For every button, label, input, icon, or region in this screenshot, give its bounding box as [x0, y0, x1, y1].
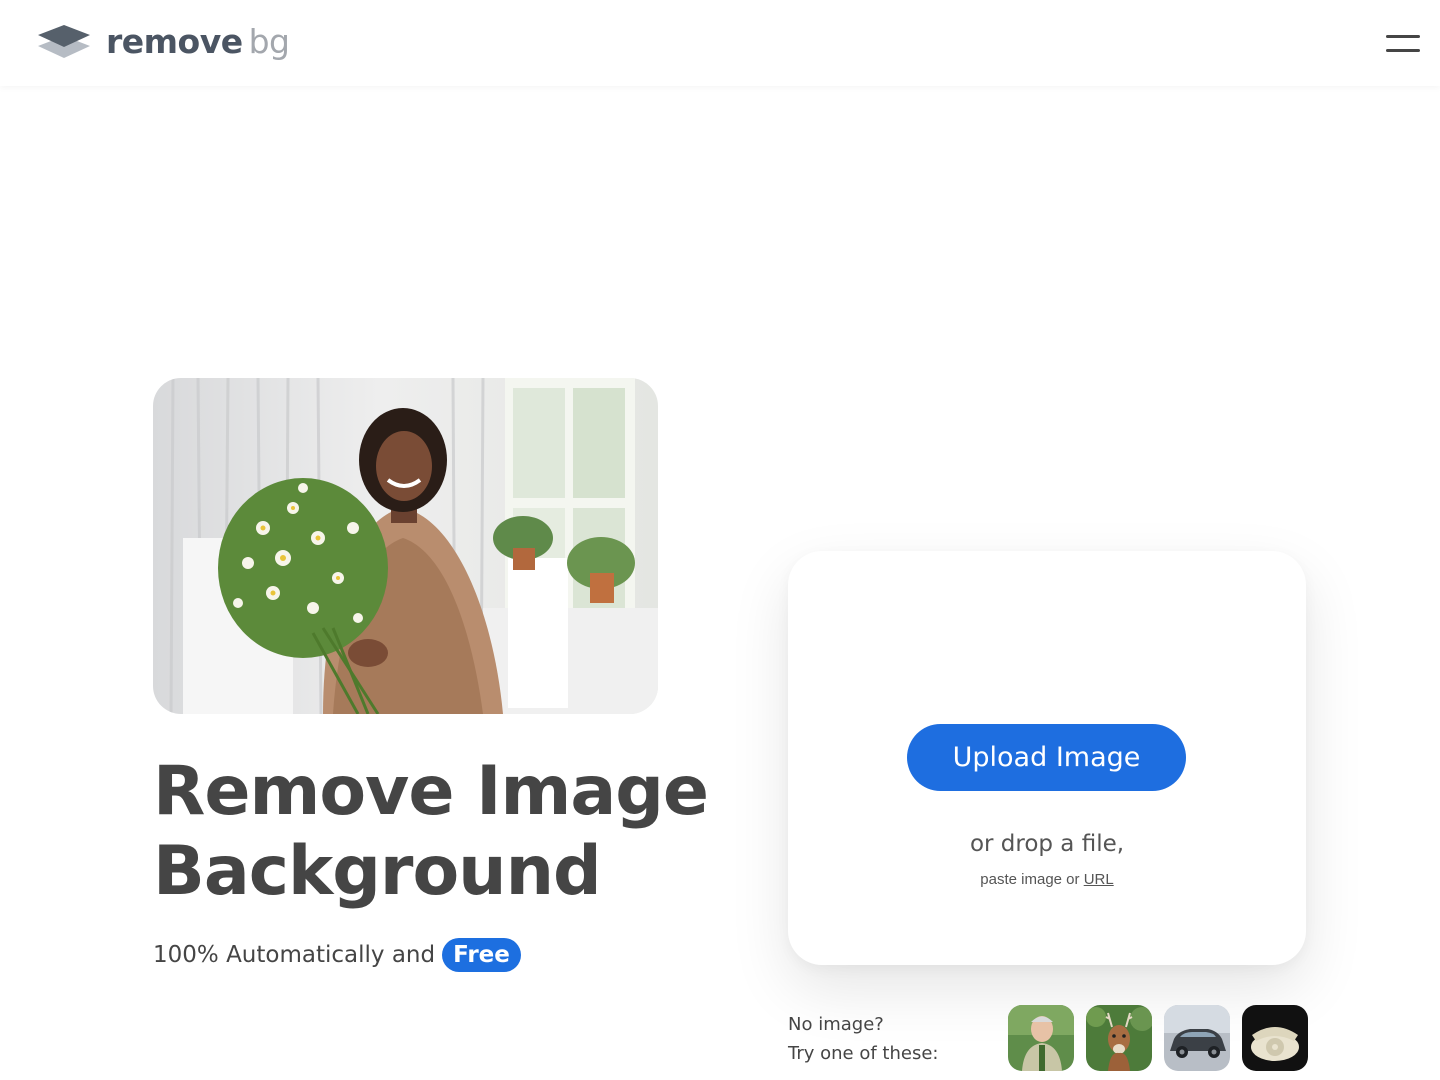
- subheadline: 100% Automatically and Free: [153, 935, 521, 975]
- sample-images-list: [1008, 1005, 1308, 1071]
- paste-hint: paste image or URL: [788, 871, 1306, 888]
- logo-wordmark: remove bg: [106, 22, 290, 62]
- menu-line-bottom: [1386, 49, 1420, 52]
- page-headline: Remove Image Background: [153, 752, 773, 912]
- upload-dropzone-card[interactable]: Upload Image or drop a file, paste image…: [788, 551, 1306, 965]
- try-one-label: Try one of these:: [788, 1043, 939, 1064]
- sample-car[interactable]: [1164, 1005, 1230, 1071]
- layers-logo-icon: [38, 25, 90, 58]
- sample-person[interactable]: [1008, 1005, 1074, 1071]
- logo-text-remove: remove: [106, 22, 243, 61]
- upload-image-button[interactable]: Upload Image: [907, 724, 1186, 791]
- no-image-label: No image?: [788, 1014, 884, 1035]
- subheadline-text: 100% Automatically and: [153, 942, 436, 968]
- sample-telephone[interactable]: [1242, 1005, 1308, 1071]
- headline-line-1: Remove Image: [153, 752, 709, 831]
- top-navigation-bar: remove bg: [0, 0, 1440, 86]
- free-badge: Free: [442, 938, 521, 972]
- url-link[interactable]: URL: [1084, 871, 1114, 888]
- drop-file-text: or drop a file,: [969, 831, 1125, 857]
- paste-hint-prefix: paste image or: [980, 871, 1080, 888]
- hamburger-menu-icon[interactable]: [1382, 30, 1422, 58]
- removebg-logo[interactable]: remove bg: [36, 22, 290, 62]
- menu-line-top: [1386, 35, 1420, 38]
- woman-with-flowers-image: [153, 378, 658, 714]
- sample-images-prompt: No image? Try one of these:: [788, 1010, 938, 1068]
- logo-text-bg: bg: [248, 22, 290, 61]
- hero-photo: [153, 378, 658, 714]
- sample-deer[interactable]: [1086, 1005, 1152, 1071]
- headline-line-2: Background: [153, 832, 602, 911]
